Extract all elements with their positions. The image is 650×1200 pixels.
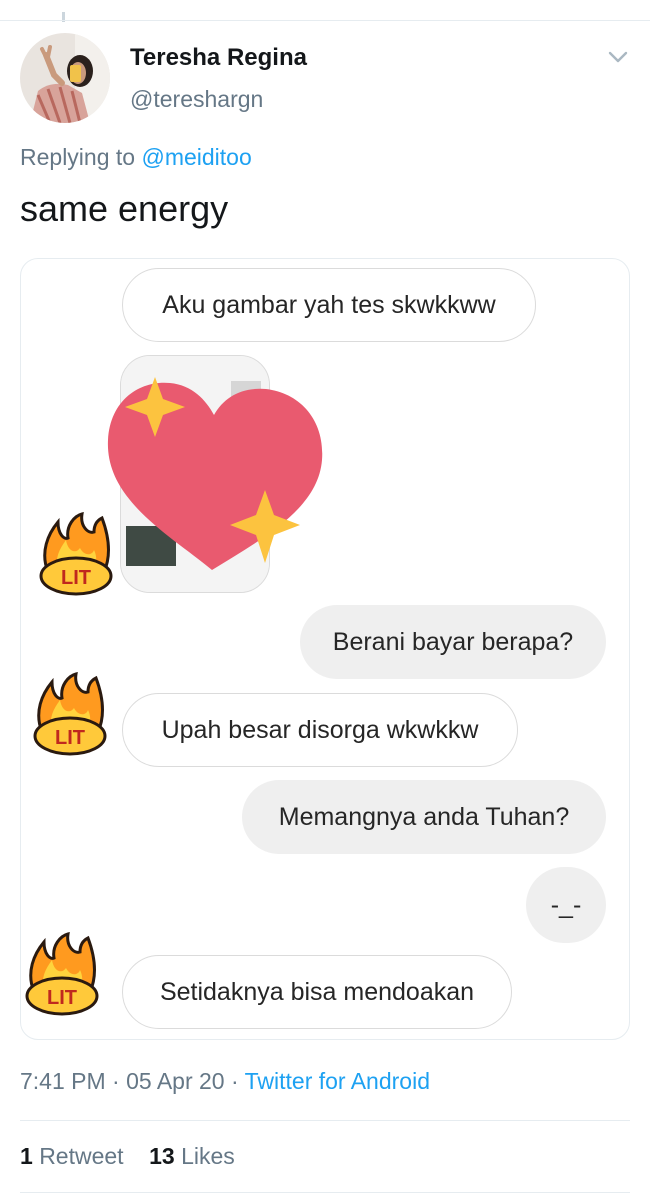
sticker-text: LIT <box>47 987 77 1009</box>
chat-bubble-incoming: Upah besar disorga wkwkkw <box>122 693 518 767</box>
likes-stat[interactable]: 13 Likes <box>149 1143 235 1169</box>
meta-separator: · <box>230 1068 239 1094</box>
tweet-date: 05 Apr 20 <box>126 1068 225 1094</box>
tweet-source[interactable]: Twitter for Android <box>245 1068 430 1094</box>
top-divider <box>0 20 650 21</box>
chat-bubble-incoming: Aku gambar yah tes skwkkww <box>122 268 536 342</box>
lit-fire-sticker: LIT <box>39 512 113 596</box>
heart-sparkle-emoji <box>107 377 323 570</box>
author-handle[interactable]: @tereshargn <box>130 86 263 113</box>
retweet-label: Retweet <box>39 1143 124 1169</box>
chat-bubble-outgoing: Memangnya anda Tuhan? <box>242 780 606 854</box>
divider <box>20 1192 630 1193</box>
author-name[interactable]: Teresha Regina <box>130 44 307 72</box>
tweet-timestamp: 7:41 PM · 05 Apr 20 · Twitter for Androi… <box>20 1068 430 1095</box>
replying-to-mention[interactable]: @meiditoo <box>141 144 251 170</box>
lit-fire-sticker: LIT <box>33 672 107 756</box>
chevron-down-icon[interactable] <box>606 48 630 66</box>
sticker-text: LIT <box>61 567 91 589</box>
divider <box>20 1120 630 1121</box>
retweet-count: 1 <box>20 1143 33 1169</box>
likes-label: Likes <box>181 1143 235 1169</box>
chat-bubble-incoming: Setidaknya bisa mendoakan <box>122 955 512 1029</box>
avatar[interactable] <box>20 33 110 123</box>
chat-bubble-outgoing: Berani bayar berapa? <box>300 605 606 679</box>
retweet-stat[interactable]: 1 Retweet <box>20 1143 124 1169</box>
meta-separator: · <box>112 1068 120 1094</box>
like-count: 13 <box>149 1143 175 1169</box>
replying-to-line: Replying to @meiditoo <box>20 144 252 171</box>
lit-fire-sticker: LIT <box>25 932 99 1016</box>
chat-bubble-outgoing: -_- <box>526 867 606 943</box>
replying-to-label: Replying to <box>20 144 136 170</box>
tweet-time: 7:41 PM <box>20 1068 106 1094</box>
tweet-stats: 1 Retweet 13 Likes <box>20 1143 235 1170</box>
tweet-text: same energy <box>20 188 229 229</box>
sticker-text: LIT <box>55 727 85 749</box>
